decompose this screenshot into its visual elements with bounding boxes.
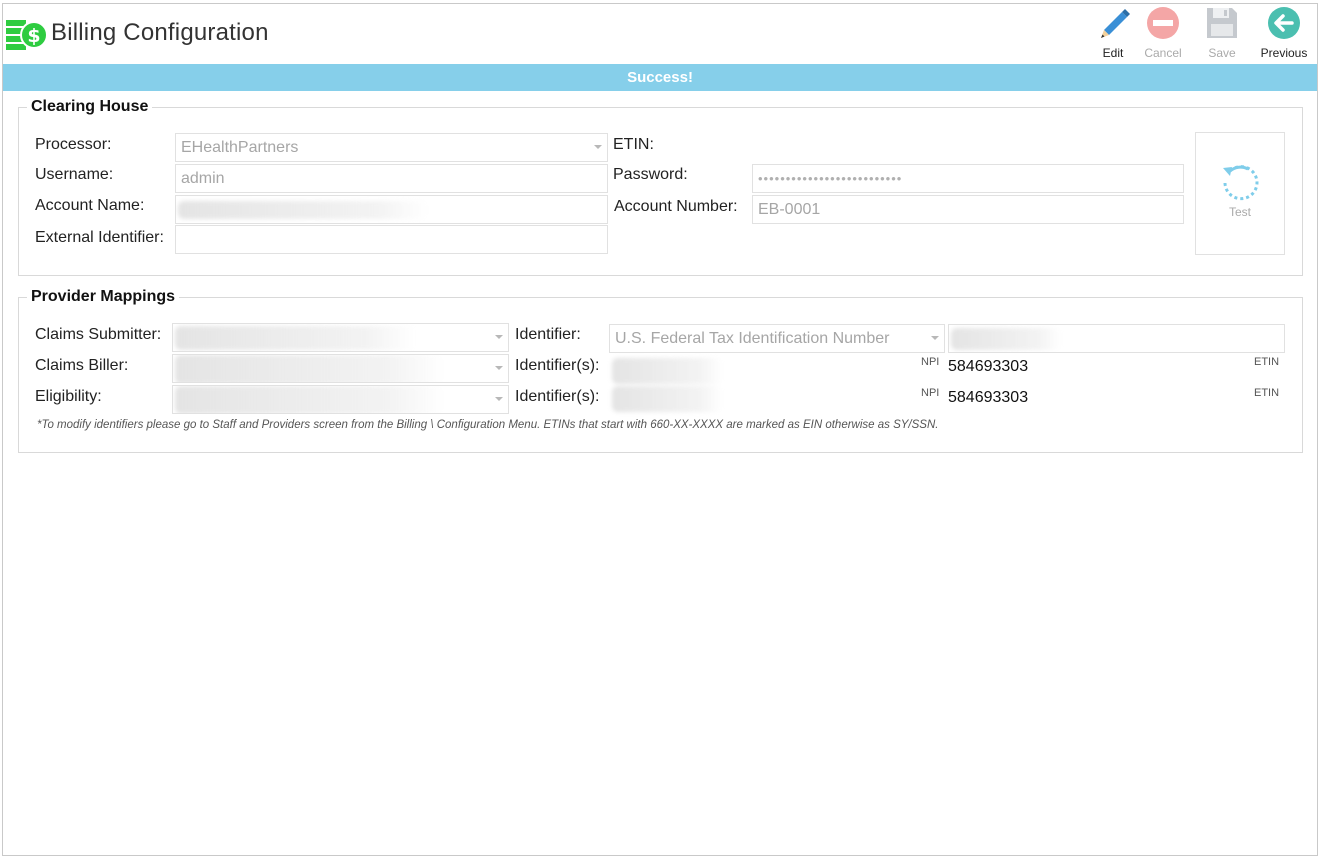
chevron-down-icon	[495, 366, 503, 370]
test-label: Test	[1228, 205, 1251, 219]
billing-app-icon: $	[6, 14, 48, 52]
password-field[interactable]: ••••••••••••••••••••••••••	[752, 164, 1184, 193]
etin-label: ETIN:	[613, 136, 654, 153]
success-banner: Success!	[3, 64, 1317, 91]
etin-caption: ETIN	[1254, 387, 1280, 399]
clearing-house-legend: Clearing House	[27, 98, 153, 116]
previous-button[interactable]: Previous	[1259, 6, 1309, 60]
identifier-note: *To modify identifiers please go to Staf…	[37, 419, 939, 431]
refresh-icon	[1223, 165, 1259, 201]
eligibility-select[interactable]	[172, 385, 509, 414]
external-identifier-label: External Identifier:	[35, 229, 164, 246]
claims-biller-identifiers-label: Identifier(s):	[515, 357, 600, 374]
chevron-down-icon	[931, 336, 939, 340]
identifier-label: Identifier:	[515, 326, 581, 343]
external-identifier-field[interactable]	[175, 225, 608, 254]
arrow-left-icon	[1268, 7, 1300, 39]
redacted-value	[175, 326, 415, 350]
redacted-value	[612, 358, 722, 384]
npi-label: NPI	[921, 387, 940, 399]
etin-caption: ETIN	[1254, 356, 1280, 368]
npi-value: 584693303	[948, 358, 1029, 375]
account-name-label: Account Name:	[35, 197, 145, 214]
claims-submitter-label: Claims Submitter:	[35, 326, 162, 343]
identifier-type-value: U.S. Federal Tax Identification Number	[615, 330, 890, 347]
test-connection-button[interactable]: Test	[1195, 132, 1285, 255]
username-label: Username:	[35, 166, 114, 183]
account-number-field[interactable]: EB-0001	[752, 195, 1184, 224]
redacted-value	[178, 201, 428, 219]
password-label: Password:	[613, 166, 688, 183]
page-title: Billing Configuration	[51, 19, 269, 46]
processor-select[interactable]: EHealthPartners	[175, 133, 608, 162]
account-name-field[interactable]	[175, 195, 608, 224]
claims-biller-select[interactable]	[172, 354, 509, 383]
chevron-down-icon	[495, 397, 503, 401]
redacted-value	[175, 386, 443, 413]
redacted-value	[951, 328, 1061, 350]
svg-text:$: $	[27, 25, 40, 47]
account-number-label: Account Number:	[614, 198, 738, 215]
npi-label: NPI	[921, 356, 940, 368]
identifier-type-select[interactable]: U.S. Federal Tax Identification Number	[609, 324, 945, 353]
eligibility-identifiers-label: Identifier(s):	[515, 388, 600, 405]
processor-label: Processor:	[35, 136, 112, 153]
pencil-icon	[1101, 9, 1130, 38]
processor-value: EHealthPartners	[181, 139, 299, 156]
claims-biller-label: Claims Biller:	[35, 357, 129, 374]
eligibility-label: Eligibility:	[35, 388, 102, 405]
chevron-down-icon	[594, 145, 602, 149]
edit-button[interactable]: Edit	[1088, 6, 1138, 60]
redacted-value	[175, 355, 443, 382]
save-button[interactable]: Save	[1197, 6, 1247, 60]
npi-value: 584693303	[948, 389, 1029, 406]
identifier-value-field[interactable]	[948, 324, 1285, 353]
claims-submitter-select[interactable]	[172, 323, 509, 352]
redacted-value	[612, 386, 722, 412]
cancel-icon	[1147, 7, 1179, 39]
floppy-disk-icon	[1207, 8, 1237, 38]
cancel-button[interactable]: Cancel	[1138, 6, 1188, 60]
provider-mappings-legend: Provider Mappings	[27, 288, 180, 306]
username-field[interactable]: admin	[175, 164, 608, 193]
chevron-down-icon	[495, 335, 503, 339]
